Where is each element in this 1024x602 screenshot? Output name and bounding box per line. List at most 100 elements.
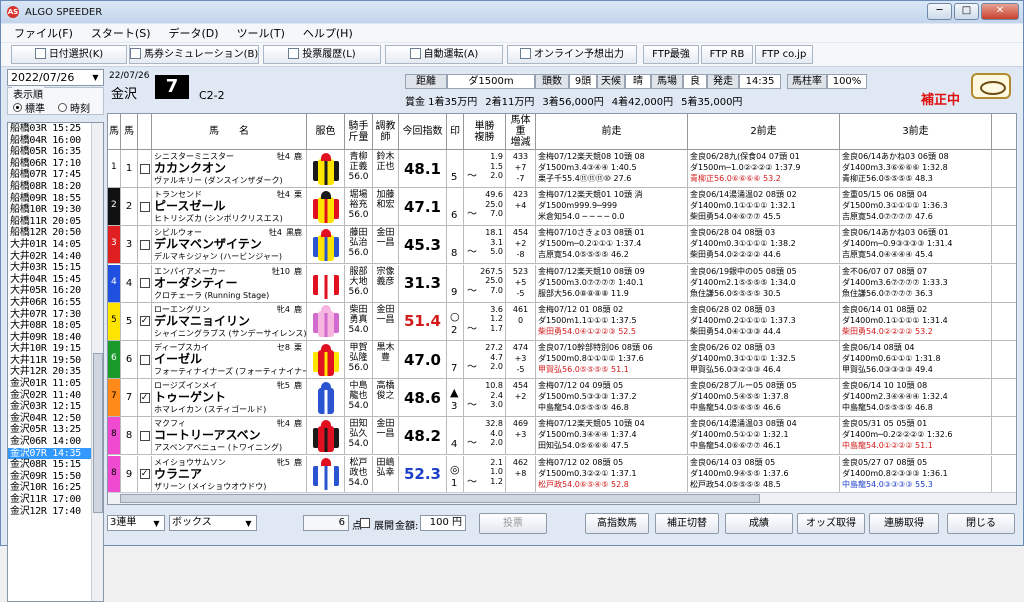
horse-select-checkbox[interactable] [139, 278, 150, 289]
scrollbar-thumb[interactable] [120, 494, 760, 503]
race-list-item[interactable]: 金沢03R 12:15 [8, 401, 103, 413]
vote-button[interactable]: 投票 [479, 513, 547, 534]
previous-race-3[interactable]: 金良06/14あかね03 06頭 08 ダ1400m3.3⑥⑥⑥⑥ 1:32.8 青… [840, 150, 992, 187]
previous-race-3[interactable]: 金良05/31 05 05頭 01 ダ1400m─0.2②②②② 1:32.6 中島… [840, 417, 992, 455]
race-list[interactable]: 船橋03R 15:25 船橋04R 16:00 船橋05R 16:35 船橋06R 1… [7, 122, 104, 602]
previous-race-2[interactable]: 金良06/28 02 08頭 03 ダ1400m0.2①①①① 1:37.3 柴田勇… [688, 302, 840, 340]
horse-name-cell[interactable]: シニスターミニスター 牡4 鹿カカンクオン ヴァルキリー (ダンスインザダーク) [152, 150, 307, 187]
toolbar-button-7[interactable]: FTP co.jp [755, 45, 813, 64]
amount-input[interactable]: 100 円 [420, 515, 466, 531]
table-row[interactable]: 1 1 シニスターミニスター 牡4 鹿カカンクオン ヴァルキリー (ダンスインザダーク) 青… [108, 150, 1016, 188]
bottom-button-3[interactable]: オッズ取得 [797, 513, 865, 534]
toolbar-button-3[interactable]: 自動運転(A) [385, 45, 503, 64]
horse-select-checkbox[interactable] [139, 163, 150, 174]
toolbar-button-4[interactable]: オンライン予想出力 [507, 45, 637, 64]
horse-name-cell[interactable]: ローエングリン 牝4 鹿デルマニョイリン シャイニングラブス (サンデーサイレンス) [152, 302, 307, 340]
menu-item-1[interactable]: スタート(S) [82, 25, 160, 41]
race-list-item[interactable]: 金沢06R 14:00 [8, 436, 103, 448]
previous-race-2[interactable]: 金良06/26 02 08頭 03 ダ1400m0.3①①①① 1:32.5 甲賀弘… [688, 341, 840, 378]
scrollbar-thumb[interactable] [93, 353, 103, 513]
race-list-item[interactable]: 大井08R 18:05 [8, 320, 103, 332]
race-list-item[interactable]: 大井03R 15:15 [8, 262, 103, 274]
race-list-item[interactable]: 大井05R 16:20 [8, 285, 103, 297]
bottom-button-4[interactable]: 連勝取得 [869, 513, 939, 534]
date-select[interactable]: 2022/07/26 ▼ [7, 69, 104, 86]
previous-race-3[interactable]: 金良06/14 08頭 04 ダ1400m0.6①①① 1:31.8 甲賀弘56.0… [840, 341, 992, 378]
menu-item-4[interactable]: ヘルプ(H) [294, 25, 362, 41]
previous-race-1[interactable]: 金梅07/12楽天競05 10頭 04 ダ1500m0.3④④④ 1:37.4 田知… [536, 417, 688, 455]
toolbar-button-5[interactable]: FTP最強 [643, 45, 699, 64]
radio-standard[interactable]: 標準 [13, 100, 45, 115]
mark-cell[interactable]: ▲ 3 [447, 379, 464, 417]
maximize-button[interactable]: □ [954, 3, 979, 20]
previous-race-3[interactable]: 金良06/14あかね03 06頭 01 ダ1400m─0.9③③③③ 1:31.4… [840, 226, 992, 264]
race-list-item[interactable]: 金沢12R 17:40 [8, 506, 103, 518]
horse-select-checkbox[interactable] [139, 354, 150, 365]
race-list-item[interactable]: 金沢01R 11:05 [8, 378, 103, 390]
bet-type-select[interactable]: 3連単 ▼ [107, 515, 165, 531]
horse-select-checkbox[interactable]: ✓ [139, 316, 150, 327]
correction-track-icon[interactable] [971, 73, 1011, 99]
race-list-item[interactable]: 大井02R 14:40 [8, 251, 103, 263]
bottom-button-5[interactable]: 閉じる [947, 513, 1015, 534]
mark-cell[interactable]: 4 [447, 417, 464, 455]
previous-race-1[interactable]: 金良07/10幹部特別06 08頭 06 ダ1500m0.8①①①① 1:37.6… [536, 341, 688, 378]
race-list-item[interactable]: 船橋12R 20:50 [8, 227, 103, 239]
race-list-item[interactable]: 船橋05R 16:35 [8, 146, 103, 158]
race-list-scrollbar[interactable] [91, 123, 103, 601]
previous-race-3[interactable]: 金良05/27 07 08頭 05 ダ1400m0.8②③③③ 1:36.1 中島龍… [840, 455, 992, 493]
menu-item-3[interactable]: ツール(T) [228, 25, 294, 41]
race-list-item[interactable]: 大井04R 15:45 [8, 274, 103, 286]
previous-race-2[interactable]: 金良06/14 03 08頭 05 ダ1400m0.9④⑤⑤ 1:37.6 松戸政5… [688, 455, 840, 493]
table-horizontal-scrollbar[interactable] [108, 492, 1016, 504]
previous-race-2[interactable]: 金良06/19銀中の05 08頭 05 ダ1400m2.1⑤⑤⑤⑤ 1:34.0 魚… [688, 264, 840, 302]
previous-race-1[interactable]: 金梅07/10さきょ03 08頭 01 ダ1500m─0.2①①① 1:37.4 吉… [536, 226, 688, 264]
race-list-item[interactable]: 船橋09R 18:55 [8, 193, 103, 205]
table-row[interactable]: 8 8 マクフィ 牝4 鹿コートリーアスベン アスベンアベニュー (トワイニング) 田知 弘久… [108, 417, 1016, 456]
mark-cell[interactable]: 8 [447, 226, 464, 264]
previous-race-1[interactable]: 金梅07/12楽天競01 10頭 消ダ1500m999.9─999 米倉知54.0… [536, 188, 688, 226]
race-list-item[interactable]: 大井01R 14:05 [8, 239, 103, 251]
horse-select-checkbox[interactable] [139, 430, 150, 441]
table-row[interactable]: 8 9 ✓ メイショウサムソン 牝5 鹿ウラニア ザリーン (メイショウオウドウ) 松戸 政也 5… [108, 455, 1016, 494]
previous-race-2[interactable]: 金良06/28九(保食04 07頭 01 ダ1500m─1.0②②②② 1:37.… [688, 150, 840, 187]
race-list-item[interactable]: 大井10R 19:15 [8, 343, 103, 355]
previous-race-3[interactable]: 金重05/15 06 08頭 04 ダ1500m0.3①①①① 1:36.3 吉原寛… [840, 188, 992, 226]
horse-select-checkbox[interactable]: ✓ [139, 392, 150, 403]
table-row[interactable]: 4 4 エンパイアメーカー 牡10 鹿オーダシティー クロチェーラ (Running St… [108, 264, 1016, 303]
horse-select-checkbox[interactable] [139, 239, 150, 250]
horse-name-cell[interactable]: ロージズインメイ 牝5 鹿トゥーゲント ホマレイカン (スティゴールド) [152, 379, 307, 417]
mark-cell[interactable]: 6 [447, 188, 464, 226]
expand-checkbox[interactable] [360, 518, 370, 528]
race-list-item[interactable]: 船橋03R 15:25 [8, 123, 103, 135]
previous-race-2[interactable]: 金良06/28ブルー05 08頭 05 ダ1400m0.5④⑤⑤ 1:37.8 中島… [688, 379, 840, 417]
previous-race-2[interactable]: 金良06/14湯涌温03 08頭 04 ダ1400m0.5①①② 1:32.1 中島… [688, 417, 840, 455]
toolbar-button-0[interactable]: 日付選択(K) [11, 45, 127, 64]
horse-select-checkbox[interactable] [139, 201, 150, 212]
table-row[interactable]: 5 5 ✓ ローエングリン 牝4 鹿デルマニョイリン シャイニングラブス (サンデーサイレン… [108, 302, 1016, 341]
horse-name-cell[interactable]: エンパイアメーカー 牡10 鹿オーダシティー クロチェーラ (Running Stag… [152, 264, 307, 302]
race-list-item[interactable]: 船橋06R 17:10 [8, 158, 103, 170]
table-row[interactable]: 6 6 ディープスカイ セ8 栗イーゼル フォーティナイナーズ (フォーティナイナー) 甲賀… [108, 341, 1016, 379]
previous-race-3[interactable]: 金不06/07 07 08頭 07 ダ1400m3.6⑦⑦⑦⑦ 1:33.3 魚住謙… [840, 264, 992, 302]
toolbar-button-6[interactable]: FTP RB [701, 45, 753, 64]
minimize-button[interactable]: ─ [927, 3, 952, 20]
horse-name-cell[interactable]: ディープスカイ セ8 栗イーゼル フォーティナイナーズ (フォーティナイナー) [152, 341, 307, 378]
toolbar-button-2[interactable]: 投票履歴(L) [263, 45, 381, 64]
radio-time[interactable]: 時刻 [58, 100, 90, 115]
horse-name-cell[interactable]: シビルウォー 牡4 黒鹿 デルマベンザイテン デルマキシジャン (ハービンジャー) [152, 226, 307, 264]
mark-cell[interactable]: 7 [447, 341, 464, 378]
race-list-item[interactable]: 金沢10R 16:25 [8, 482, 103, 494]
bottom-button-0[interactable]: 高指数馬 [585, 513, 649, 534]
race-list-item[interactable]: 金沢05R 13:25 [8, 424, 103, 436]
bottom-button-1[interactable]: 補正切替 [655, 513, 719, 534]
race-list-item[interactable]: 金沢04R 12:50 [8, 413, 103, 425]
race-list-item[interactable]: 金沢07R 14:35 [8, 447, 103, 460]
previous-race-2[interactable]: 金良06/28 04 08頭 03 ダ1400m0.3①①①① 1:38.2 柴田勇… [688, 226, 840, 264]
bottom-button-2[interactable]: 成績 [725, 513, 793, 534]
previous-race-2[interactable]: 金良06/14湯涌温02 08頭 02 ダ1400m0.1①①①① 1:32.1 柴… [688, 188, 840, 226]
table-row[interactable]: 3 3 シビルウォー 牡4 黒鹿 デルマベンザイテン デルマキシジャン (ハービンジャー) 藤… [108, 226, 1016, 265]
race-list-item[interactable]: 金沢11R 17:00 [8, 494, 103, 506]
table-row[interactable]: 2 2 トランセンド 牡4 栗ピースゼール ヒトリシズカ (シンボリクリスエス) 堀場 裕充 5… [108, 188, 1016, 227]
race-list-item[interactable]: 船橋04R 16:00 [8, 135, 103, 147]
